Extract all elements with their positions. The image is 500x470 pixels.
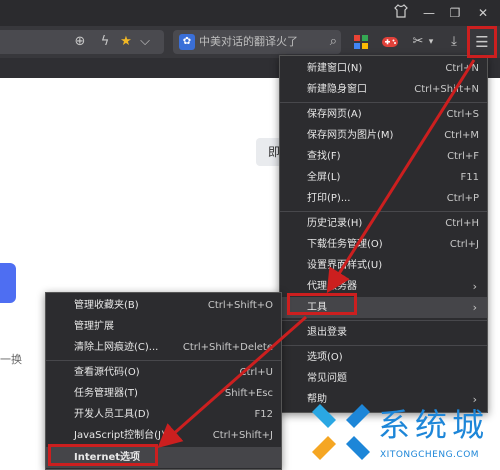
watermark-url: XITONGCHENG.COM <box>380 450 480 460</box>
xitongcheng-logo-icon <box>312 404 370 460</box>
annotation-arrow-to-tools <box>326 59 476 294</box>
watermark: 系统城 XITONGCHENG.COM <box>308 398 500 470</box>
watermark-text: 系统城 <box>378 406 490 444</box>
annotation-arrow-to-internet-options <box>157 315 307 448</box>
